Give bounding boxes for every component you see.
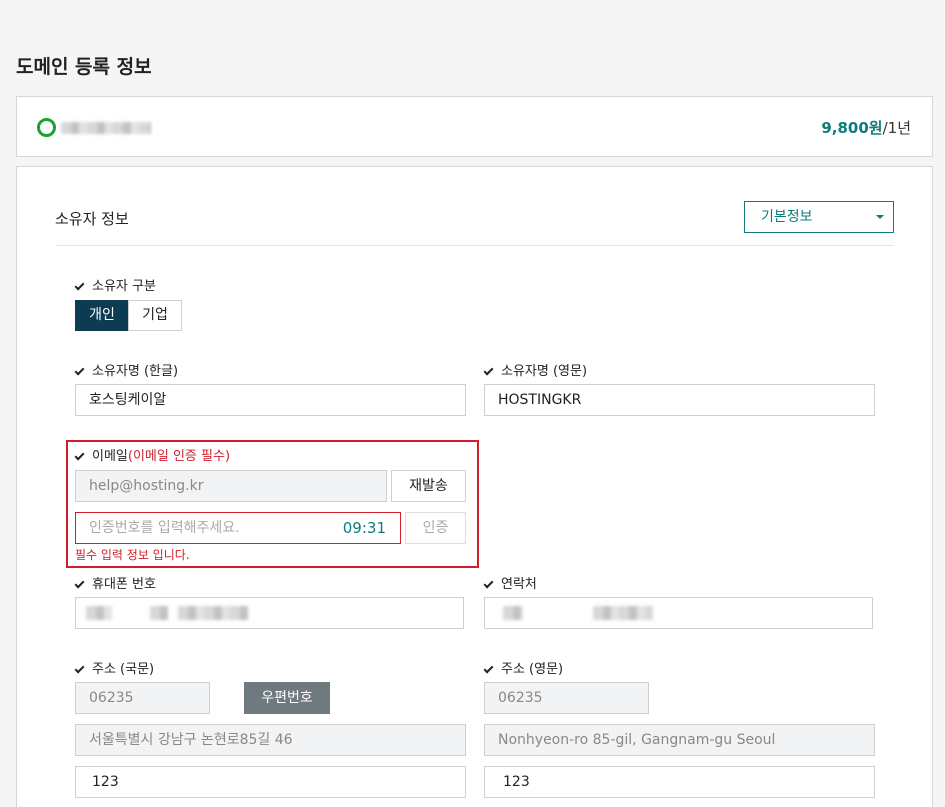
check-icon [483, 663, 494, 674]
check-icon [74, 663, 85, 674]
contact-input[interactable] [484, 597, 873, 629]
owner-type-company[interactable]: 기업 [128, 300, 182, 331]
address-en-line1[interactable]: Nonhyeon-ro 85-gil, Gangnam-gu Seoul [484, 724, 875, 756]
name-en-input[interactable]: HOSTINGKR [484, 384, 875, 416]
name-en-label: 소유자명 (영문) [483, 360, 587, 379]
verify-button[interactable]: 인증 [405, 512, 466, 544]
price-amount: 9,800원 [821, 119, 883, 137]
domain-price: 9,800원/1년 [821, 117, 911, 138]
section-divider [55, 245, 894, 246]
price-period: /1년 [882, 119, 911, 137]
email-input[interactable]: help@hosting.kr [75, 470, 387, 502]
owner-type-individual[interactable]: 개인 [75, 300, 129, 331]
zip-en-input[interactable]: 06235 [484, 682, 649, 714]
address-kr-label: 주소 (국문) [74, 658, 154, 677]
redacted-segment [86, 606, 112, 620]
select-value: 기본정보 [761, 209, 813, 225]
redacted-segment [150, 606, 168, 620]
zip-kr-input[interactable]: 06235 [75, 682, 210, 714]
verification-code-input[interactable]: 인증번호를 입력해주세요. 09:31 [75, 512, 401, 544]
domain-name-redacted [61, 122, 151, 134]
available-circle-icon [37, 118, 56, 137]
zipcode-search-button[interactable]: 우편번호 [244, 682, 330, 714]
page-title: 도메인 등록 정보 [16, 56, 152, 78]
redacted-segment [178, 606, 248, 620]
caret-down-icon [876, 215, 884, 219]
contact-label: 연락처 [483, 573, 537, 592]
redacted-segment [503, 606, 523, 620]
mobile-label: 휴대폰 번호 [74, 573, 156, 592]
name-kr-input[interactable]: 호스팅케이알 [75, 384, 466, 416]
section-title: 소유자 정보 [55, 210, 129, 228]
info-preset-select[interactable]: 기본정보 [744, 201, 894, 233]
owner-info-panel: 소유자 정보 기본정보 소유자 구분 개인 기업 소유자명 (한글) 호스팅케이… [16, 166, 933, 807]
redacted-segment [593, 606, 653, 620]
check-icon [483, 365, 494, 376]
check-icon [74, 365, 85, 376]
check-icon [74, 450, 85, 461]
domain-summary: 9,800원/1년 [16, 96, 933, 157]
address-kr-line2[interactable]: 123 [75, 766, 466, 798]
email-required-note: (이메일 인증 필수) [127, 449, 231, 464]
resend-button[interactable]: 재발송 [391, 470, 466, 502]
check-icon [483, 578, 494, 589]
code-placeholder: 인증번호를 입력해주세요. [89, 520, 240, 536]
owner-type-label: 소유자 구분 [74, 275, 156, 294]
email-error-message: 필수 입력 정보 입니다. [75, 548, 190, 562]
verification-timer: 09:31 [342, 519, 386, 537]
check-icon [74, 280, 85, 291]
address-en-line2[interactable]: 123 [484, 766, 875, 798]
mobile-input[interactable] [75, 597, 464, 629]
name-kr-label: 소유자명 (한글) [74, 360, 178, 379]
email-label: 이메일(이메일 인증 필수) [74, 445, 231, 464]
address-en-label: 주소 (영문) [483, 658, 563, 677]
address-kr-line1[interactable]: 서울특별시 강남구 논현로85길 46 [75, 724, 466, 756]
check-icon [74, 578, 85, 589]
